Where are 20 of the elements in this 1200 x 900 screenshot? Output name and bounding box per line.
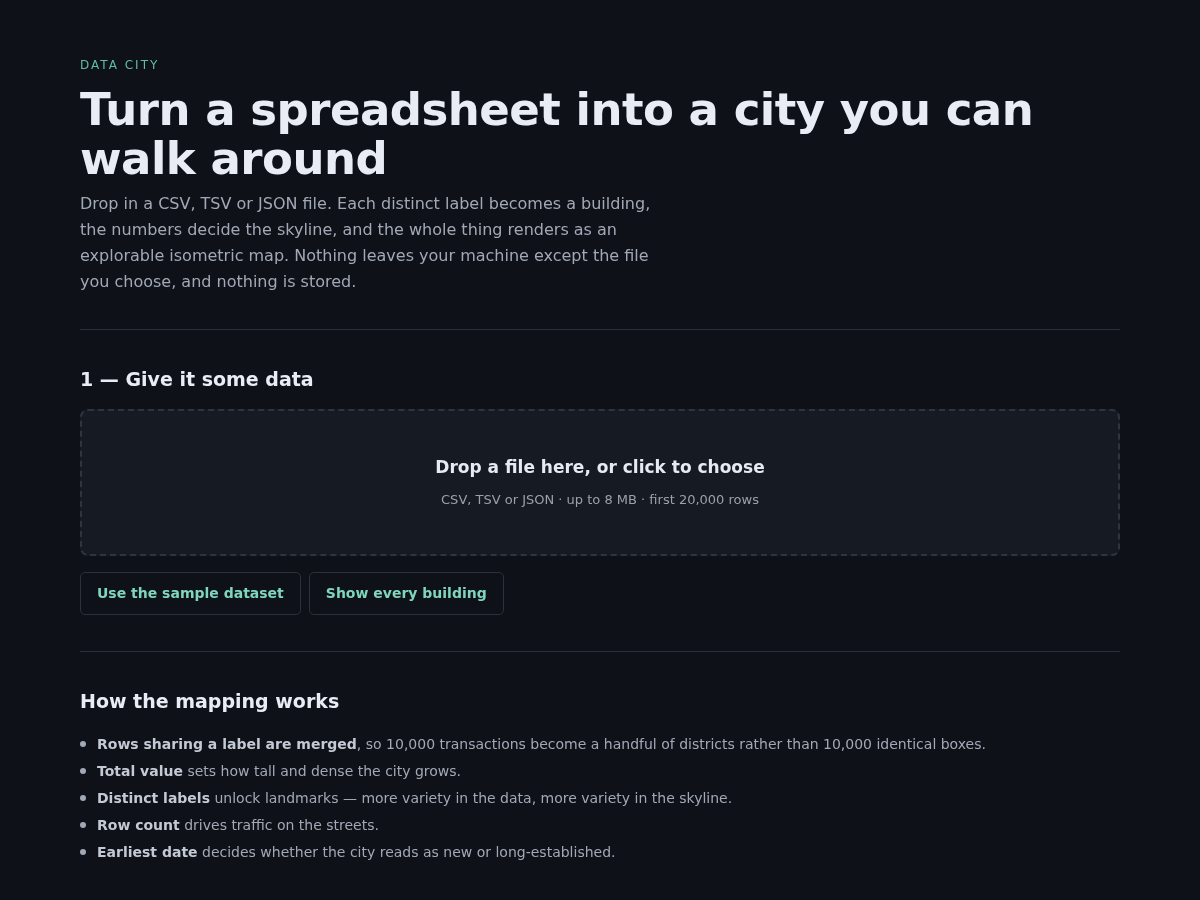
bullet-icon (80, 849, 86, 856)
bullet-icon (80, 741, 86, 748)
section-heading: How the mapping works (80, 690, 341, 713)
list-item-text: Rows sharing a label are merged, so 10,000 transactions become a handful of districts rather than 10,000 identical boxes. (97, 734, 986, 754)
section-heading: 1 — Give it some data (80, 368, 315, 391)
intro-paragraph: Drop in a CSV, TSV or JSON file. Each distinct label becomes a building, the numbers decide the skyline, and the whole thing renders as an explorable isometric map. Nothing leaves your machine except the file you choose, and nothing is stored. (80, 193, 652, 294)
dropzone-hint: CSV, TSV or JSON · up to 8 MB · first 20,000 rows (441, 491, 759, 510)
bullet-icon (80, 768, 86, 775)
list-item-text: Distinct labels unlock landmarks — more variety in the data, more variety in the skyline. (97, 788, 733, 808)
eyebrow-label: DATA CITY (80, 57, 161, 74)
list-item-text: Row count drives traffic on the streets. (97, 815, 379, 835)
page-title: Turn a spreadsheet into a city you can walk around (80, 86, 1035, 184)
dropzone-title: Drop a file here, or click to choose (435, 456, 765, 479)
file-dropzone[interactable]: Drop a file here, or click to choose CSV, TSV or JSON · up to 8 MB · first 20,000 rows (80, 409, 1120, 556)
list-item-text: Total value sets how tall and dense the city grows. (97, 761, 462, 781)
bullet-icon (80, 795, 86, 802)
list-item-text: Earliest date decides whether the city reads as new or long-established. (97, 842, 616, 862)
action-button[interactable]: Show every building (308, 572, 504, 615)
bullet-icon (80, 822, 86, 829)
action-button[interactable]: Use the sample dataset (80, 572, 301, 615)
